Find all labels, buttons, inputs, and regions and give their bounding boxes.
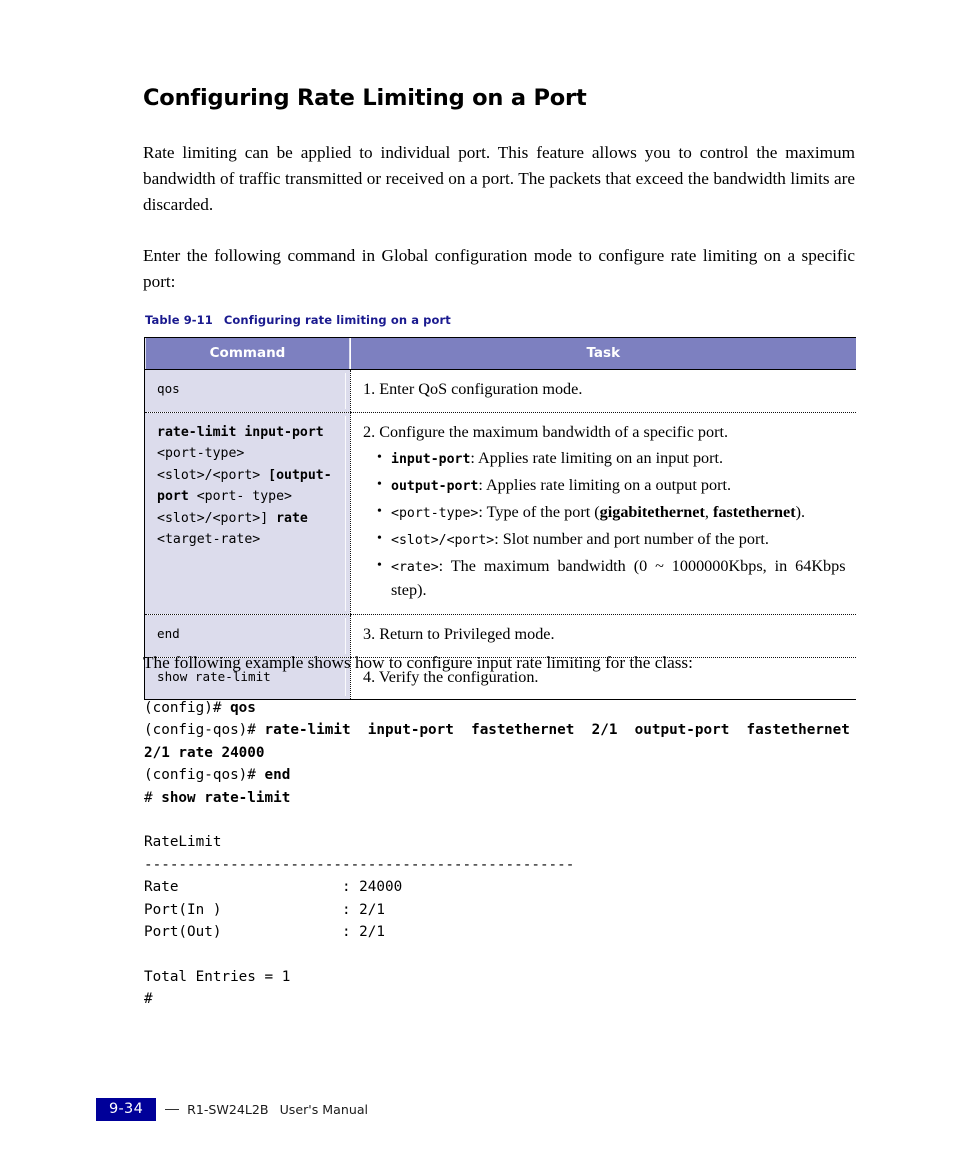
bullet-emph-gigabitethernet: gigabitethernet — [599, 502, 705, 521]
console-prompt: RateLimit — [144, 834, 222, 851]
console-line: RateLimit — [144, 831, 858, 853]
console-line: Port(Out) : 2/1 — [144, 921, 858, 943]
bullet-desc: : Applies rate limiting on an input port… — [470, 448, 724, 467]
bullet-term: <rate> — [391, 559, 439, 575]
console-command: show rate-limit — [161, 789, 291, 806]
bullet-emph-fastethernet: fastethernet — [712, 502, 796, 521]
bullet-desc: : Slot number and port number of the por… — [494, 529, 769, 548]
cmd-token-port-type-slot-port: <port-type> <slot>/<port> — [157, 446, 269, 483]
table-caption-number: Table 9-11 — [145, 313, 213, 327]
bullet-port-type: <port-type>: Type of the port (gigabitet… — [377, 500, 848, 526]
bullet-term: <slot>/<port> — [391, 532, 495, 548]
footer-dash-divider — [165, 1108, 180, 1111]
console-prompt: (config)# — [144, 700, 231, 716]
console-prompt: (config-qos)# — [144, 767, 265, 784]
enter-command-paragraph: Enter the following command in Global co… — [143, 246, 855, 291]
console-prompt: (config-qos)# — [144, 722, 265, 739]
task-cell-rate-limit: 2. Configure the maximum bandwidth of a … — [350, 412, 856, 615]
task-step-text: 2. Configure the maximum bandwidth of a … — [363, 422, 729, 441]
bullet-desc: : The maximum bandwidth (0 ~ 1000000Kbps… — [391, 556, 846, 600]
console-line: # show rate-limit — [144, 787, 858, 809]
bullet-sep: , — [704, 502, 713, 521]
console-prompt: Port(In ) : 2/1 — [144, 901, 386, 918]
footer-product: R1-SW24L2B — [187, 1102, 269, 1117]
task-cell-qos: 1. Enter QoS configuration mode. — [350, 369, 856, 413]
console-line: (config)# qos — [144, 697, 858, 719]
table-header-command: Command — [144, 337, 351, 370]
config-table: Command Task qos 1. Enter QoS configurat… — [144, 337, 856, 700]
bullet-term: output-port — [391, 478, 479, 494]
bullet-input-port: input-port: Applies rate limiting on an … — [377, 446, 848, 472]
cmd-token-rate: rate — [276, 510, 308, 526]
bullet-rate: <rate>: The maximum bandwidth (0 ~ 10000… — [377, 554, 848, 603]
task-step-text: 1. Enter QoS configuration mode. — [363, 380, 583, 398]
console-command: end — [264, 767, 291, 784]
config-table-wrapper: Command Task qos 1. Enter QoS configurat… — [144, 337, 856, 700]
table-header-row: Command Task — [144, 337, 856, 370]
task-bullet-list: input-port: Applies rate limiting on an … — [363, 446, 848, 603]
console-prompt: Port(Out) : 2/1 — [144, 924, 386, 941]
table-caption-text: Configuring rate limiting on a port — [223, 313, 451, 327]
bullet-slot-port: <slot>/<port>: Slot number and port numb… — [377, 527, 848, 553]
footer-text: R1-SW24L2B User's Manual — [187, 1102, 368, 1117]
console-line: (config-qos)# end — [144, 764, 858, 786]
footer-manual: User's Manual — [279, 1102, 369, 1117]
bullet-desc-tail: ). — [795, 502, 806, 521]
console-prompt: # — [144, 991, 153, 1008]
bullet-output-port: output-port: Applies rate limiting on a … — [377, 473, 848, 499]
document-page: Configuring Rate Limiting on a Port Rate… — [0, 0, 954, 1168]
table-caption: Table 9-11 Configuring rate limiting on a… — [145, 313, 451, 327]
page-footer: 9-34 R1-SW24L2B User's Manual — [96, 1098, 368, 1121]
page-title: Configuring Rate Limiting on a Port — [143, 85, 587, 111]
table-row: qos 1. Enter QoS configuration mode. — [144, 369, 856, 413]
bullet-term: input-port — [391, 451, 471, 467]
page-number-badge: 9-34 — [96, 1098, 157, 1121]
table-row: rate-limit input-port <port-type> <slot>… — [144, 412, 856, 615]
bullet-desc: : Type of the port ( — [478, 502, 600, 521]
intro-paragraph: Rate limiting can be applied to individu… — [143, 143, 855, 214]
console-command: qos — [230, 700, 256, 716]
bullet-desc: : Applies rate limiting on a output port… — [478, 475, 732, 494]
console-output-block: (config)# qos (config-qos)# rate-limit in… — [144, 697, 858, 1011]
cmd-token-rate-limit-input-port: rate-limit input-port — [157, 424, 324, 440]
bullet-term: <port-type> — [391, 505, 479, 521]
command-cell-rate-limit: rate-limit input-port <port-type> <slot>… — [144, 412, 351, 615]
console-line: Port(In ) : 2/1 — [144, 899, 858, 921]
task-step-text: 3. Return to Privileged mode. — [363, 625, 555, 643]
table-header-task: Task — [350, 337, 856, 370]
console-line: # — [144, 988, 858, 1010]
example-lead-paragraph: The following example shows how to confi… — [143, 653, 693, 672]
console-line: Rate : 24000 — [144, 876, 858, 898]
console-prompt: Total Entries = 1 — [144, 968, 291, 985]
console-prompt: # — [144, 789, 162, 806]
console-line: Total Entries = 1 — [144, 966, 858, 988]
console-line: ----------------------------------------… — [144, 854, 858, 876]
console-line: (config-qos)# rate-limit input-port fast… — [144, 719, 858, 764]
cmd-token-target-rate: <target-rate> — [157, 532, 261, 547]
command-cell-qos: qos — [144, 369, 351, 413]
console-prompt: Rate : 24000 — [144, 879, 403, 896]
console-prompt: ----------------------------------------… — [144, 856, 575, 873]
